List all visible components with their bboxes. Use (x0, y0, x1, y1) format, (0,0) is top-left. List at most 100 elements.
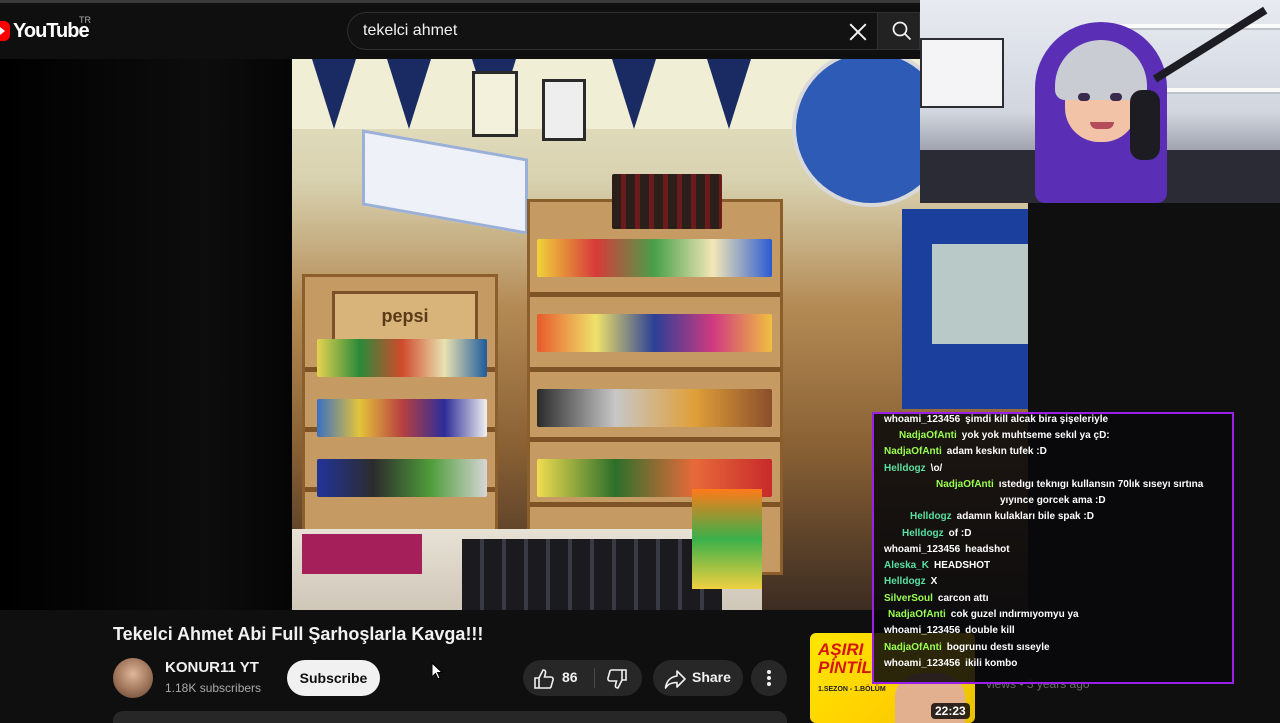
chat-message: whoami_123456 ikili kombo (884, 658, 1017, 669)
counter-goods (302, 534, 422, 574)
avatar-eye (1078, 93, 1090, 101)
chat-message: whoami_123456 şimdi kill alcak bira şişel… (884, 414, 1108, 425)
chat-username: whoami_123456 (884, 658, 961, 669)
promo-sign (362, 129, 528, 235)
chat-message: Aleska_K HEADSHOT (884, 560, 990, 571)
mouse-cursor-icon (431, 662, 443, 680)
clear-search-icon[interactable] (843, 18, 871, 46)
chat-text: carcon attı (937, 593, 989, 604)
chat-message: yıyınce gorcek ama :D (1000, 495, 1106, 506)
chat-message: whoami_123456 double kill (884, 625, 1015, 636)
microphone (1130, 90, 1160, 160)
video-duration: 22:23 (931, 703, 970, 719)
more-dot (767, 670, 771, 674)
chat-username: whoami_123456 (884, 544, 961, 555)
chat-username: NadjaOfAnti (899, 430, 957, 441)
youtube-logo[interactable]: YouTube TR (0, 15, 91, 44)
thumbs-down-icon[interactable] (606, 668, 628, 690)
background-monitor (920, 38, 1004, 108)
like-count[interactable]: 86 (562, 669, 578, 685)
chat-username: Aleska_K (884, 560, 930, 571)
chat-text: headshot (965, 544, 1010, 555)
channel-name[interactable]: KONUR11 YT (165, 659, 259, 676)
search-button[interactable] (877, 12, 920, 50)
product-row (537, 239, 772, 277)
chat-username: Helldogz (884, 576, 926, 587)
shop-sign-text: pepsi (381, 306, 429, 326)
bunting-flag (312, 59, 356, 129)
share-label[interactable]: Share (692, 669, 731, 685)
chat-message: SilverSoul carcon attı (884, 593, 988, 604)
chat-message: NadjaOfAnti yok yok muhtseme sekıl ya çD: (899, 430, 1110, 441)
description-box[interactable] (113, 711, 787, 723)
product-row (317, 339, 487, 377)
chat-text: X (930, 576, 938, 587)
counter-goods (462, 539, 722, 610)
play-icon (0, 21, 10, 41)
search-box[interactable] (347, 12, 877, 50)
chat-username: whoami_123456 (884, 625, 961, 636)
channel-avatar[interactable] (113, 658, 153, 698)
chat-message: whoami_123456 headshot (884, 544, 1010, 555)
more-actions-button[interactable] (751, 660, 787, 696)
chat-text: \o/ (930, 463, 943, 474)
bottles (612, 174, 722, 229)
chat-username: NadjaOfAnti (936, 479, 994, 490)
chat-message: NadjaOfAnti bogrunu destı sıseyle (884, 642, 1050, 653)
avatar-eye (1110, 93, 1122, 101)
chat-message: NadjaOfAnti adam keskın tufek :D (884, 446, 1047, 457)
chat-text: double kill (965, 625, 1015, 636)
more-dot (767, 682, 771, 686)
product-row (317, 459, 487, 497)
chat-message: Helldogz X (884, 576, 937, 587)
chat-text: of :D (948, 528, 972, 539)
video-title: Tekelci Ahmet Abi Full Şarhoşlarla Kavga… (113, 624, 484, 644)
product-row (537, 314, 772, 352)
share-icon (664, 670, 686, 689)
product-row (537, 389, 772, 427)
chat-message: NadjaOfAnti ıstedıgı teknıgı kullansın 70… (936, 479, 1203, 490)
top-divider (0, 0, 920, 3)
bunting-flag (387, 59, 431, 129)
subscribe-button[interactable]: Subscribe (287, 660, 380, 696)
search-input[interactable] (363, 13, 833, 49)
chat-username: SilverSoul (884, 593, 933, 604)
chat-text: ıstedıgı teknıgı kullansın 70lık sıseyı … (998, 479, 1204, 490)
product-row (317, 399, 487, 437)
wall-picture (472, 71, 518, 137)
thumbnail-subtitle: 1.SEZON - 1.BÖLÜM (818, 686, 886, 693)
chat-text: yok yok muhtseme sekıl ya çD: (961, 430, 1110, 441)
chat-text: cok guzel ındırmıyomyu ya (950, 609, 1079, 620)
chat-text: HEADSHOT (934, 560, 991, 571)
region-code: TR (79, 15, 91, 25)
bunting-flag (612, 59, 656, 129)
thumbs-up-icon[interactable] (533, 668, 555, 690)
fridge-window (932, 244, 1028, 344)
chat-text: bogrunu destı sıseyle (946, 642, 1050, 653)
chat-username: Helldogz (902, 528, 944, 539)
chat-text: yıyınce gorcek ama :D (1000, 495, 1106, 506)
chat-username: Helldogz (884, 463, 926, 474)
candy-stand (692, 489, 762, 589)
chat-username: NadjaOfAnti (884, 642, 942, 653)
avatar-mouth (1090, 122, 1114, 129)
chat-text: ikili kombo (965, 658, 1018, 669)
chat-message: Helldogz of :D (902, 528, 971, 539)
chat-text: adamın kulakları bile spak :D (956, 511, 1094, 522)
more-dot (767, 676, 771, 680)
mic-arm (1152, 6, 1268, 83)
chat-message: Helldogz \o/ (884, 463, 942, 474)
chat-username: NadjaOfAnti (888, 609, 946, 620)
thumbnail-title: AŞIRI PİNTİL (818, 640, 872, 677)
bunting-flag (707, 59, 751, 129)
logo-text: YouTube (13, 19, 90, 42)
chat-text: adam keskın tufek :D (946, 446, 1047, 457)
chat-message: Helldogz adamın kulakları bile spak :D (910, 511, 1094, 522)
chat-username: Helldogz (910, 511, 952, 522)
chat-overlay: whoami_123456 şimdi kill alcak bira şişel… (872, 412, 1234, 684)
search-icon (892, 21, 912, 41)
chat-message: NadjaOfAnti cok guzel ındırmıyomyu ya (888, 609, 1079, 620)
wall-picture (542, 79, 586, 141)
streamer-webcam (920, 0, 1280, 203)
chat-username: NadjaOfAnti (884, 446, 942, 457)
